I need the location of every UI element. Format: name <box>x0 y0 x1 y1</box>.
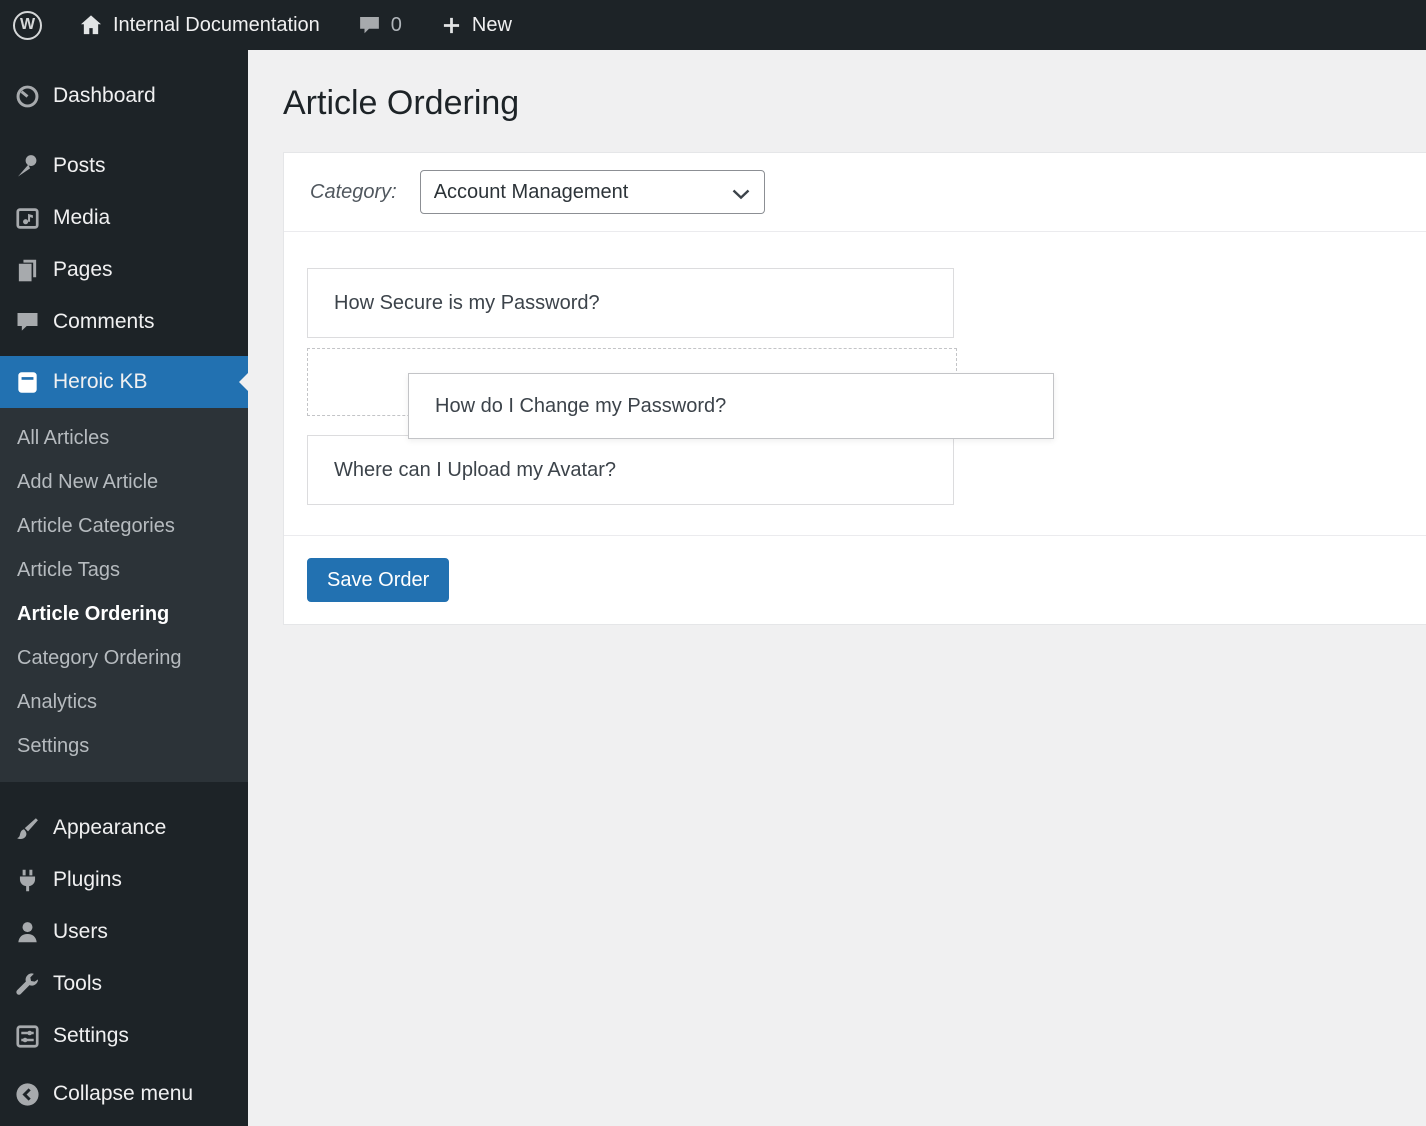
comments-link[interactable]: 0 <box>345 0 414 50</box>
heroic-kb-submenu: All Articles Add New Article Article Cat… <box>0 408 248 782</box>
plug-icon <box>12 865 42 895</box>
sidebar-item-dashboard[interactable]: Dashboard <box>0 70 248 122</box>
submenu-item-all-articles[interactable]: All Articles <box>0 416 248 460</box>
settings-icon <box>12 1021 42 1051</box>
sortable-article-list: How Secure is my Password? How do I Chan… <box>284 232 1426 535</box>
comments-count: 0 <box>390 13 402 36</box>
submenu-item-analytics[interactable]: Analytics <box>0 680 248 724</box>
site-name-link[interactable]: Internal Documentation <box>66 0 332 50</box>
sidebar-item-label: Tools <box>53 972 103 995</box>
wp-logo[interactable]: W <box>0 0 54 50</box>
sidebar: Dashboard Posts Media Pages Comments Her… <box>0 50 248 1126</box>
collapse-menu-label: Collapse menu <box>53 1082 194 1105</box>
comment-bubble-icon <box>357 13 382 38</box>
content-area: Article Ordering Category: Account Manag… <box>248 0 1426 625</box>
pin-icon <box>12 151 42 181</box>
category-select[interactable]: Account Management <box>419 170 765 214</box>
sidebar-item-label: Dashboard <box>53 84 156 107</box>
collapse-arrow-icon <box>12 1079 42 1109</box>
page-title: Article Ordering <box>283 84 520 122</box>
collapse-menu-button[interactable]: Collapse menu <box>0 1068 248 1120</box>
wordpress-icon: W <box>13 10 42 40</box>
media-icon <box>12 203 42 233</box>
article-item-dragging[interactable]: How do I Change my Password? <box>408 373 1054 439</box>
sidebar-item-label: Media <box>53 206 111 229</box>
menu-separator <box>0 782 248 802</box>
submenu-item-article-ordering[interactable]: Article Ordering <box>0 592 248 636</box>
category-label: Category: <box>310 180 397 203</box>
submenu-item-category-ordering[interactable]: Category Ordering <box>0 636 248 680</box>
submenu-item-article-categories[interactable]: Article Categories <box>0 504 248 548</box>
user-icon <box>12 917 42 947</box>
sidebar-item-comments[interactable]: Comments <box>0 296 248 348</box>
sidebar-item-plugins[interactable]: Plugins <box>0 854 248 906</box>
sidebar-item-heroic-kb[interactable]: Heroic KB <box>0 356 248 408</box>
sidebar-item-label: Users <box>53 920 108 943</box>
sidebar-item-appearance[interactable]: Appearance <box>0 802 248 854</box>
category-row: Category: Account Management <box>284 153 1426 232</box>
sidebar-item-label: Heroic KB <box>53 370 148 393</box>
sidebar-item-label: Pages <box>53 258 113 281</box>
sidebar-item-label: Settings <box>53 1024 129 1047</box>
sidebar-item-settings[interactable]: Settings <box>0 1010 248 1062</box>
new-content-link[interactable]: New <box>428 0 524 50</box>
pages-icon <box>12 255 42 285</box>
menu-separator <box>0 122 248 140</box>
sidebar-item-label: Comments <box>53 310 155 333</box>
panel-footer: Save Order <box>284 535 1426 624</box>
plus-icon <box>440 14 463 37</box>
menu-separator <box>0 348 248 356</box>
article-ordering-panel: Category: Account Management How Secure … <box>283 152 1426 625</box>
comments-icon <box>12 307 42 337</box>
category-select-wrap: Account Management <box>419 170 765 214</box>
sidebar-item-posts[interactable]: Posts <box>0 140 248 192</box>
site-name: Internal Documentation <box>113 13 320 36</box>
sidebar-item-users[interactable]: Users <box>0 906 248 958</box>
home-icon <box>78 12 104 38</box>
article-item-label: How do I Change my Password? <box>435 394 727 417</box>
book-icon <box>12 367 42 397</box>
article-item[interactable]: How Secure is my Password? <box>307 268 954 338</box>
dashboard-icon <box>12 81 42 111</box>
current-menu-arrow <box>230 373 248 391</box>
submenu-item-article-tags[interactable]: Article Tags <box>0 548 248 592</box>
brush-icon <box>12 813 42 843</box>
article-item-label: Where can I Upload my Avatar? <box>334 458 616 481</box>
sidebar-item-label: Appearance <box>53 816 167 839</box>
article-item-label: How Secure is my Password? <box>334 291 600 314</box>
submenu-item-kb-settings[interactable]: Settings <box>0 724 248 768</box>
admin-bar: W Internal Documentation 0 New <box>0 0 1426 50</box>
sidebar-item-tools[interactable]: Tools <box>0 958 248 1010</box>
sidebar-item-label: Posts <box>53 154 106 177</box>
submenu-item-add-new-article[interactable]: Add New Article <box>0 460 248 504</box>
sidebar-item-pages[interactable]: Pages <box>0 244 248 296</box>
sidebar-item-media[interactable]: Media <box>0 192 248 244</box>
save-order-button[interactable]: Save Order <box>307 558 450 602</box>
sidebar-item-label: Plugins <box>53 868 122 891</box>
new-label: New <box>471 13 512 36</box>
article-item[interactable]: Where can I Upload my Avatar? <box>307 435 954 505</box>
wrench-icon <box>12 969 42 999</box>
